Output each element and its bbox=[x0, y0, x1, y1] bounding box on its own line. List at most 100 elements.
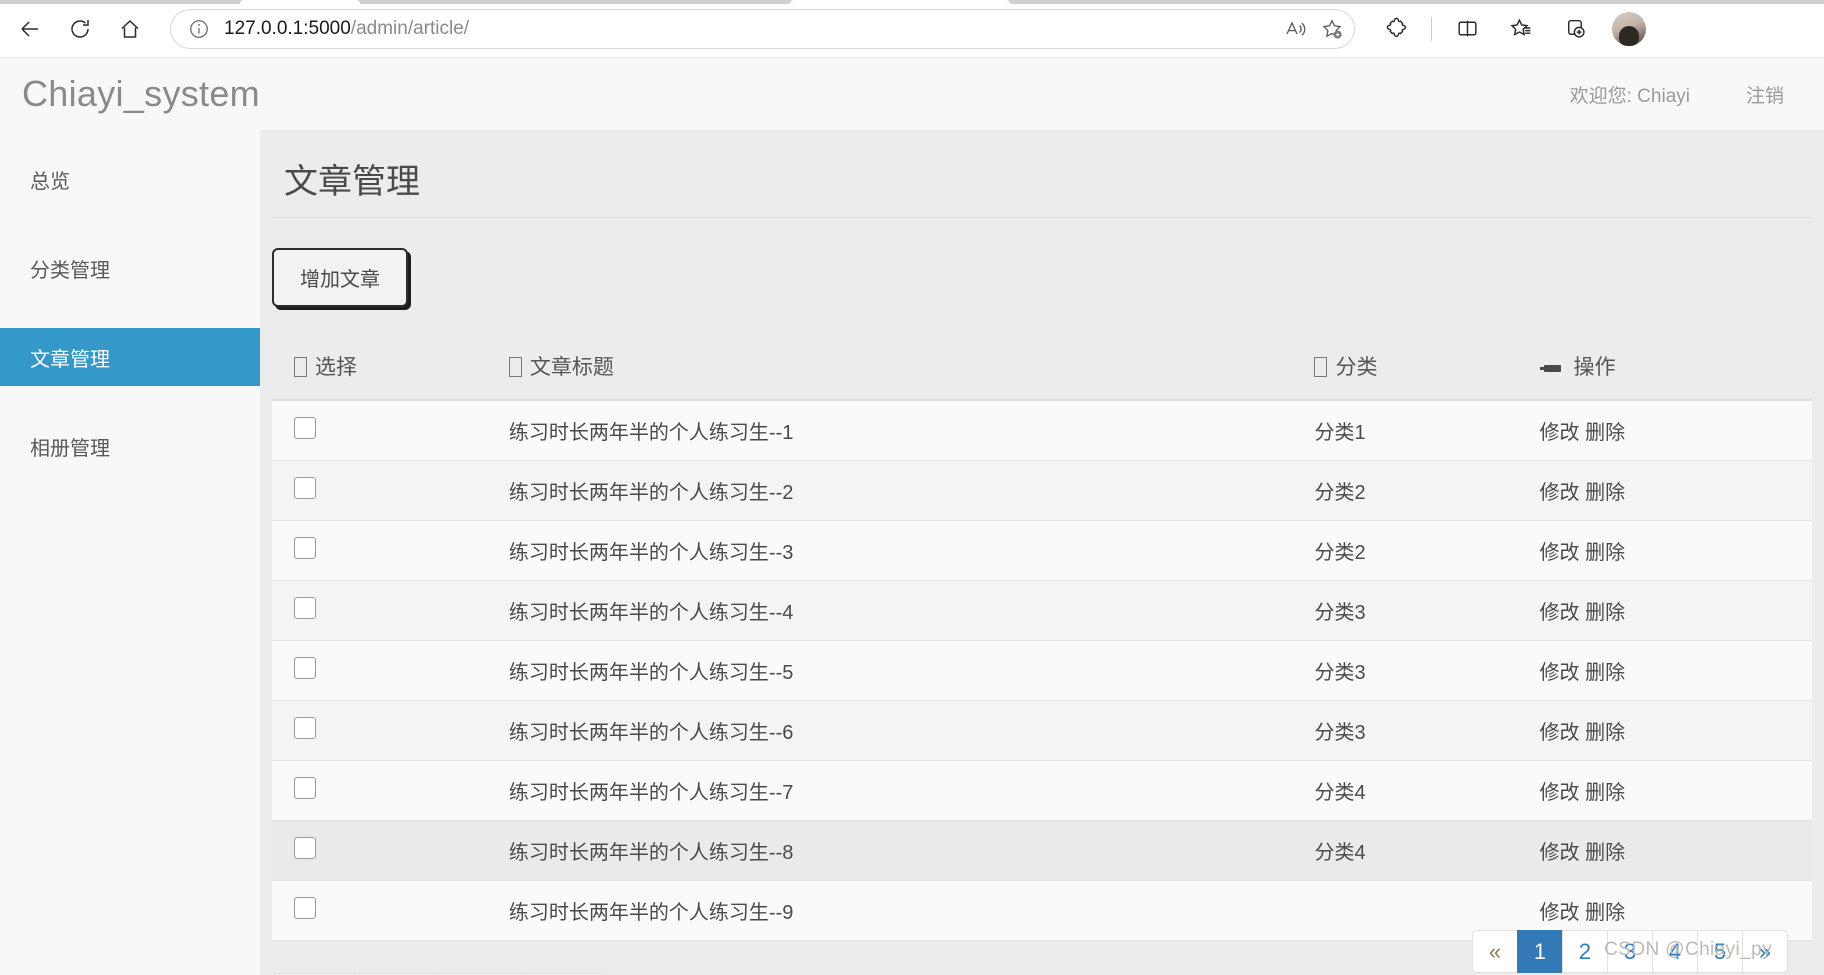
sidebar-item-overview[interactable]: 总览 bbox=[0, 150, 260, 208]
column-header-category[interactable]: 分类 bbox=[1314, 337, 1540, 401]
missing-glyph-icon bbox=[508, 357, 522, 377]
table-row[interactable]: 练习时长两年半的个人练习生--6 分类3 修改 删除 bbox=[272, 700, 1812, 761]
pagination-page-4[interactable]: 4 bbox=[1652, 930, 1698, 973]
row-title-cell: 练习时长两年半的个人练习生--6 bbox=[508, 700, 1315, 761]
address-bar[interactable]: 127.0.0.1:5000/admin/article/ bbox=[170, 8, 1355, 49]
add-to-collections-icon[interactable] bbox=[1555, 9, 1595, 49]
row-operation-cell: 修改 删除 bbox=[1539, 700, 1812, 761]
browser-toolbar: 127.0.0.1:5000/admin/article/ bbox=[0, 0, 1824, 58]
pagination-page-3[interactable]: 3 bbox=[1607, 930, 1653, 973]
sidebar-item-category[interactable]: 分类管理 bbox=[0, 239, 260, 297]
column-header-operation[interactable]: 操作 bbox=[1539, 337, 1812, 401]
row-delete-link[interactable]: 删除 bbox=[1585, 782, 1625, 804]
row-title-cell: 练习时长两年半的个人练习生--5 bbox=[508, 640, 1315, 701]
row-select-cell bbox=[272, 880, 509, 941]
row-delete-link[interactable]: 删除 bbox=[1585, 722, 1625, 744]
row-checkbox[interactable] bbox=[294, 716, 316, 739]
row-operation-cell: 修改 删除 bbox=[1539, 400, 1812, 461]
column-header-select[interactable]: 选择 bbox=[272, 337, 509, 401]
header-user-area: 欢迎您: Chiayi 注销 bbox=[1570, 81, 1784, 108]
logout-link[interactable]: 注销 bbox=[1746, 81, 1784, 108]
sidebar-item-article[interactable]: 文章管理 bbox=[0, 328, 260, 386]
home-icon[interactable] bbox=[110, 9, 150, 49]
row-checkbox[interactable] bbox=[294, 536, 316, 559]
site-info-icon[interactable] bbox=[186, 16, 212, 42]
row-delete-link[interactable]: 删除 bbox=[1585, 842, 1625, 864]
table-row[interactable]: 练习时长两年半的个人练习生--2 分类2 修改 删除 bbox=[272, 460, 1812, 521]
row-delete-link[interactable]: 删除 bbox=[1585, 902, 1625, 924]
favorites-star-list-icon[interactable] bbox=[1501, 9, 1541, 49]
row-delete-link[interactable]: 删除 bbox=[1585, 542, 1625, 564]
page-title: 文章管理 bbox=[272, 130, 1812, 218]
table-row[interactable]: 练习时长两年半的个人练习生--1 分类1 修改 删除 bbox=[272, 400, 1812, 461]
row-title-cell: 练习时长两年半的个人练习生--9 bbox=[508, 880, 1315, 941]
row-checkbox[interactable] bbox=[294, 896, 316, 919]
row-edit-link[interactable]: 修改 bbox=[1540, 722, 1580, 744]
row-select-cell bbox=[272, 700, 509, 761]
row-edit-link[interactable]: 修改 bbox=[1540, 482, 1580, 504]
pagination-prev[interactable]: « bbox=[1472, 930, 1518, 973]
read-aloud-icon[interactable] bbox=[1279, 12, 1313, 46]
row-edit-link[interactable]: 修改 bbox=[1540, 542, 1580, 564]
split-screen-icon[interactable] bbox=[1447, 9, 1487, 49]
row-checkbox[interactable] bbox=[294, 656, 316, 679]
body-row: 总览 分类管理 文章管理 相册管理 文章管理 增加文章 选择 文章标题 分类 操… bbox=[0, 130, 1824, 975]
row-select-cell bbox=[272, 520, 509, 581]
row-edit-link[interactable]: 修改 bbox=[1540, 842, 1580, 864]
pagination-page-1[interactable]: 1 bbox=[1517, 930, 1563, 973]
row-category-cell: 分类3 bbox=[1314, 640, 1540, 701]
row-checkbox[interactable] bbox=[294, 416, 316, 439]
row-category-cell: 分类1 bbox=[1314, 400, 1540, 461]
table-row[interactable]: 练习时长两年半的个人练习生--4 分类3 修改 删除 bbox=[272, 580, 1812, 641]
pagination-page-5[interactable]: 5 bbox=[1697, 930, 1743, 973]
back-arrow-icon[interactable] bbox=[10, 9, 50, 49]
pagination-next[interactable]: » bbox=[1742, 930, 1788, 973]
tab-remnant-2[interactable] bbox=[790, 0, 1010, 4]
row-delete-link[interactable]: 删除 bbox=[1585, 602, 1625, 624]
row-edit-link[interactable]: 修改 bbox=[1540, 902, 1580, 924]
table-head: 选择 文章标题 分类 操作 bbox=[272, 337, 1812, 401]
url-path: /admin/article/ bbox=[350, 17, 470, 39]
row-category-cell: 分类3 bbox=[1314, 700, 1540, 761]
table-row[interactable]: 练习时长两年半的个人练习生--7 分类4 修改 删除 bbox=[272, 760, 1812, 821]
table-row[interactable]: 练习时长两年半的个人练习生--5 分类3 修改 删除 bbox=[272, 640, 1812, 701]
reload-icon[interactable] bbox=[60, 9, 100, 49]
row-operation-cell: 修改 删除 bbox=[1539, 460, 1812, 521]
missing-glyph-icon bbox=[1314, 357, 1328, 377]
articles-table: 选择 文章标题 分类 操作 练习时长两年半的个人练习生--1 分类1 修改 删除练 bbox=[272, 337, 1812, 941]
column-header-label: 操作 bbox=[1573, 356, 1616, 379]
address-bar-url[interactable]: 127.0.0.1:5000/admin/article/ bbox=[224, 18, 1277, 40]
row-checkbox[interactable] bbox=[294, 776, 316, 799]
row-operation-cell: 修改 删除 bbox=[1539, 640, 1812, 701]
pagination-page-2[interactable]: 2 bbox=[1562, 930, 1608, 973]
tab-strip-edge bbox=[0, 0, 1824, 4]
add-favorite-star-icon[interactable] bbox=[1315, 12, 1349, 46]
row-delete-link[interactable]: 删除 bbox=[1585, 482, 1625, 504]
row-operation-cell: 修改 删除 bbox=[1539, 820, 1812, 881]
row-category-cell: 分类3 bbox=[1314, 580, 1540, 641]
row-delete-link[interactable]: 删除 bbox=[1585, 422, 1625, 444]
row-checkbox[interactable] bbox=[294, 836, 316, 859]
profile-avatar[interactable] bbox=[1612, 11, 1646, 46]
column-header-label: 分类 bbox=[1335, 356, 1378, 379]
row-edit-link[interactable]: 修改 bbox=[1540, 602, 1580, 624]
tab-remnant-1[interactable] bbox=[240, 0, 360, 4]
table-row[interactable]: 练习时长两年半的个人练习生--3 分类2 修改 删除 bbox=[272, 520, 1812, 581]
row-edit-link[interactable]: 修改 bbox=[1540, 662, 1580, 684]
row-select-cell bbox=[272, 460, 509, 521]
add-article-button[interactable]: 增加文章 bbox=[272, 248, 408, 307]
column-header-title[interactable]: 文章标题 bbox=[508, 337, 1315, 401]
row-select-cell bbox=[272, 400, 509, 461]
row-checkbox[interactable] bbox=[294, 596, 316, 619]
row-operation-cell: 修改 删除 bbox=[1539, 760, 1812, 821]
table-row[interactable]: 练习时长两年半的个人练习生--8 分类4 修改 删除 bbox=[272, 820, 1812, 881]
row-operation-cell: 修改 删除 bbox=[1539, 580, 1812, 641]
extensions-puzzle-icon[interactable] bbox=[1376, 9, 1416, 49]
row-edit-link[interactable]: 修改 bbox=[1540, 422, 1580, 444]
row-checkbox[interactable] bbox=[294, 476, 316, 499]
missing-glyph-icon bbox=[294, 357, 307, 377]
row-delete-link[interactable]: 删除 bbox=[1585, 662, 1625, 684]
row-title-cell: 练习时长两年半的个人练习生--4 bbox=[508, 580, 1315, 641]
row-edit-link[interactable]: 修改 bbox=[1540, 782, 1580, 804]
sidebar-item-album[interactable]: 相册管理 bbox=[0, 417, 260, 475]
